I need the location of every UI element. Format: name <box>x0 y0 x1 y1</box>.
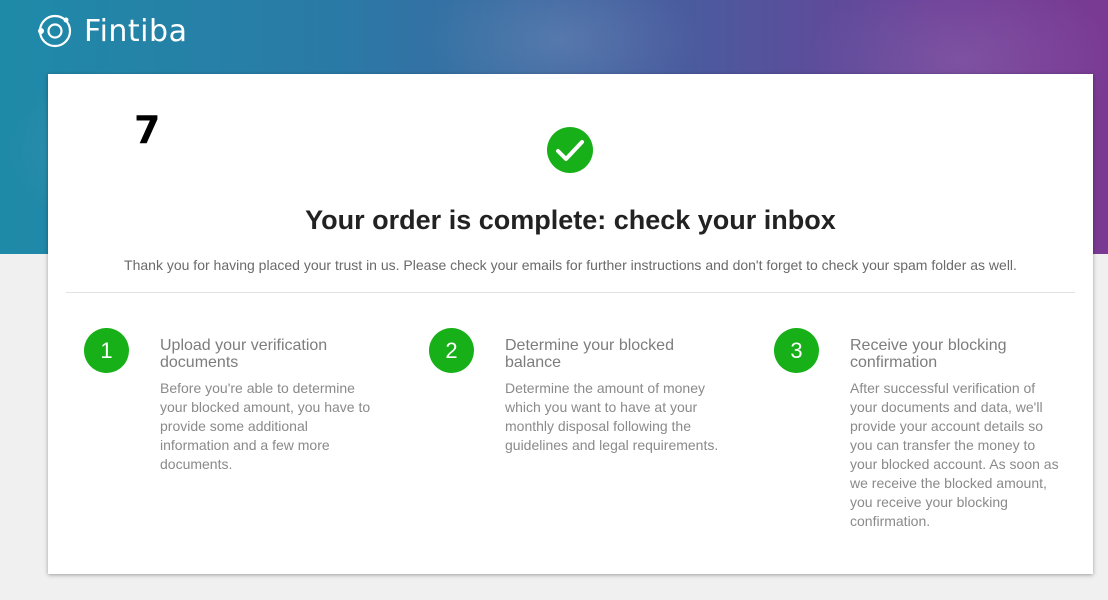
step-number-badge: 3 <box>774 328 819 373</box>
step-number-badge: 2 <box>429 328 474 373</box>
step-heading: Upload your verification documents <box>160 337 328 371</box>
page-title: Your order is complete: check your inbox <box>305 205 836 235</box>
step-heading: Receive your blocking confirmation <box>850 337 1007 371</box>
step-description: After successful verification of your do… <box>850 380 1059 529</box>
brand-name: Fintiba <box>84 13 188 49</box>
page-subtitle: Thank you for having placed your trust i… <box>124 257 1017 273</box>
order-confirmation-card: 7 Your order is complete: check your inb… <box>48 74 1093 574</box>
orbit-logo-icon <box>36 12 74 50</box>
step-number-marker: 7 <box>134 108 161 152</box>
step-description: Before you're able to determine your blo… <box>160 380 371 472</box>
step-heading: Determine your blocked balance <box>505 337 674 371</box>
step-number-badge: 1 <box>84 328 129 373</box>
brand-logo[interactable]: Fintiba <box>36 12 187 50</box>
step-description: Determine the amount of money which you … <box>505 380 719 453</box>
section-divider <box>66 292 1075 293</box>
checkmark-icon <box>547 127 593 173</box>
